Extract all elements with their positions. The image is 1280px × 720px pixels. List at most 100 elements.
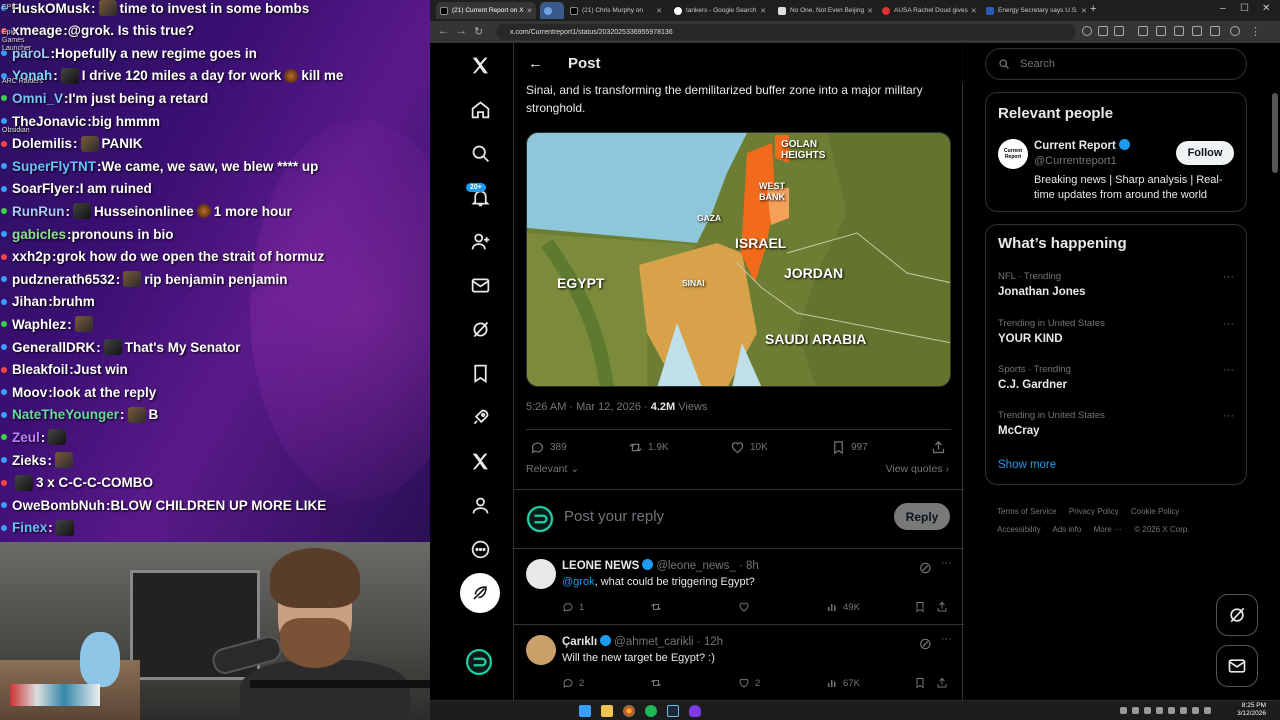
rocket-jobs-icon[interactable] — [466, 403, 494, 431]
maximize-button[interactable]: ☐ — [1240, 3, 1249, 14]
bookmark-action[interactable]: 997 — [831, 440, 868, 455]
install-icon[interactable] — [1098, 26, 1108, 36]
chrome-icon[interactable] — [623, 705, 635, 717]
tab-no-one-beijing[interactable]: No One, Not Even Beijing ✕ — [774, 2, 874, 19]
footer-link[interactable]: Cookie Policy — [1131, 507, 1179, 516]
reply-views-action[interactable]: 49K — [826, 601, 860, 613]
file-explorer-icon[interactable] — [601, 705, 613, 717]
footer-link[interactable]: Ads info — [1052, 525, 1081, 534]
person-avatar[interactable]: Current Report — [998, 139, 1028, 169]
messages-floating-button[interactable] — [1216, 645, 1258, 687]
reply-item[interactable]: Çarıklı @ahmet_carikli · 12h ⊘ ··· Will t… — [514, 625, 964, 700]
repost-action[interactable]: 1.9K — [628, 440, 669, 455]
reply-author[interactable]: LEONE NEWS @leone_news_ · 8h — [562, 559, 759, 572]
sort-dropdown[interactable]: Relevant ⌄ — [526, 463, 579, 475]
footer-link[interactable]: Privacy Policy — [1069, 507, 1119, 516]
close-tab-icon[interactable]: ✕ — [968, 7, 977, 15]
browser-menu-icon[interactable]: ⋮ — [1250, 25, 1261, 38]
chat-username[interactable]: pudznerath6532 — [12, 272, 115, 287]
extension-icon[interactable] — [1156, 26, 1166, 36]
reply-author[interactable]: Çarıklı @ahmet_carikli · 12h — [562, 635, 723, 648]
chat-username[interactable]: Waphlez — [12, 317, 66, 332]
trend-more-icon[interactable]: ··· — [1223, 318, 1234, 330]
person-name[interactable]: Current Report — [1034, 139, 1130, 152]
reload-icon[interactable]: ↻ — [474, 25, 483, 38]
chat-username[interactable]: NateTheYounger — [12, 407, 119, 422]
tab-current-report[interactable]: (21) Current Report on X ✕ — [436, 2, 536, 19]
page-scrollbar[interactable] — [1272, 93, 1278, 173]
more-circle-icon[interactable] — [466, 535, 494, 563]
new-tab-button[interactable]: + — [1090, 3, 1096, 15]
bookmark-star-icon[interactable] — [1114, 26, 1124, 36]
reply-like-action[interactable] — [738, 601, 755, 613]
close-tab-icon[interactable]: ✕ — [1078, 7, 1086, 15]
chat-username[interactable]: SoarFlyer — [12, 181, 74, 196]
chat-username[interactable]: gabicles — [12, 227, 66, 242]
trend-item[interactable]: Trending in United States McCray ··· — [998, 410, 1238, 437]
chat-username[interactable]: Omni_V — [12, 91, 63, 106]
chat-username[interactable]: Bleakfoil — [12, 362, 68, 377]
tab-chris-murphy[interactable]: (21) Chris Murphy on ✕ — [566, 2, 666, 19]
reply-like-action[interactable]: 2 — [738, 677, 760, 689]
windows-start-icon[interactable] — [579, 705, 591, 717]
chat-username[interactable]: SuperFlyTNT — [12, 159, 96, 174]
show-more-link[interactable]: Show more — [998, 459, 1056, 471]
tray-icon[interactable] — [1144, 707, 1151, 714]
explore-search-icon[interactable] — [466, 139, 494, 167]
tab-pinned[interactable] — [540, 2, 564, 19]
chat-username[interactable]: Zieks — [12, 453, 47, 468]
grok-icon[interactable] — [466, 315, 494, 343]
tab-energy-secretary[interactable]: Energy Secretary says U.S. ✕ — [982, 2, 1086, 19]
chat-username[interactable]: xxh2p — [12, 249, 51, 264]
reply-share-action[interactable] — [936, 601, 953, 613]
close-window-button[interactable]: ✕ — [1262, 3, 1270, 14]
compose-post-button[interactable] — [460, 573, 500, 613]
puzzle-icon[interactable] — [1174, 26, 1184, 36]
chat-username[interactable]: OweBombNuh — [12, 498, 105, 513]
premium-x-icon[interactable] — [466, 447, 494, 475]
chat-username[interactable]: Zeul — [12, 430, 40, 445]
reply-button[interactable]: Reply — [894, 503, 950, 530]
account-switcher-icon[interactable] — [466, 649, 492, 680]
reply-avatar[interactable] — [526, 635, 556, 665]
steam-icon[interactable] — [667, 705, 679, 717]
tray-icon[interactable] — [1132, 707, 1139, 714]
tray-icon[interactable] — [1156, 707, 1163, 714]
trend-item[interactable]: Sports · Trending C.J. Gardner ··· — [998, 364, 1238, 391]
sidebar-icon[interactable] — [1192, 26, 1202, 36]
share-action[interactable] — [931, 440, 951, 455]
footer-link[interactable]: Accessibility — [997, 525, 1041, 534]
trend-item[interactable]: NFL · Trending Jonathan Jones ··· — [998, 271, 1238, 298]
chat-username[interactable]: Moov — [12, 385, 47, 400]
reply-action[interactable]: 389 — [530, 440, 567, 455]
system-clock[interactable]: 8:25 PM 3/12/2026 — [1237, 702, 1266, 718]
tray-icon[interactable] — [1120, 707, 1127, 714]
profile-icon[interactable] — [1230, 26, 1240, 36]
view-quotes-link[interactable]: View quotes › — [886, 463, 949, 475]
search-input[interactable]: Search — [985, 48, 1247, 80]
tab-google-search[interactable]: tankers - Google Search ✕ — [670, 2, 770, 19]
volume-icon[interactable] — [1204, 707, 1211, 714]
reply-views-action[interactable]: 67K — [826, 677, 860, 689]
forward-nav-icon[interactable]: → — [456, 25, 467, 37]
download-icon[interactable] — [1210, 26, 1220, 36]
wifi-icon[interactable] — [1192, 707, 1199, 714]
chat-username[interactable]: Jihan — [12, 294, 47, 309]
footer-link[interactable]: More ··· — [1094, 525, 1122, 534]
zoom-icon[interactable] — [1082, 26, 1092, 36]
grok-explain-icon[interactable]: ⊘ — [919, 634, 932, 654]
tab-ausa-rachel-doud[interactable]: AUSA Rachel Doud gives ✕ — [878, 2, 978, 19]
extension-icon[interactable] — [1138, 26, 1148, 36]
grok-explain-icon[interactable]: ⊘ — [919, 558, 932, 578]
reply-bookmark-action[interactable] — [914, 601, 931, 613]
close-tab-icon[interactable]: ✕ — [757, 7, 766, 15]
chat-username[interactable]: RunRun — [12, 204, 64, 219]
obsidian-icon[interactable] — [689, 705, 701, 717]
trend-more-icon[interactable]: ··· — [1223, 271, 1234, 283]
follow-button[interactable]: Follow — [1176, 141, 1234, 165]
reply-bookmark-action[interactable] — [914, 677, 931, 689]
url-bar[interactable]: x.com/Currentreport1/status/203202533695… — [496, 24, 1076, 40]
bookmarks-icon[interactable] — [466, 359, 494, 387]
chat-username[interactable]: HuskOMusk — [12, 1, 90, 16]
minimize-button[interactable]: – — [1220, 3, 1226, 14]
